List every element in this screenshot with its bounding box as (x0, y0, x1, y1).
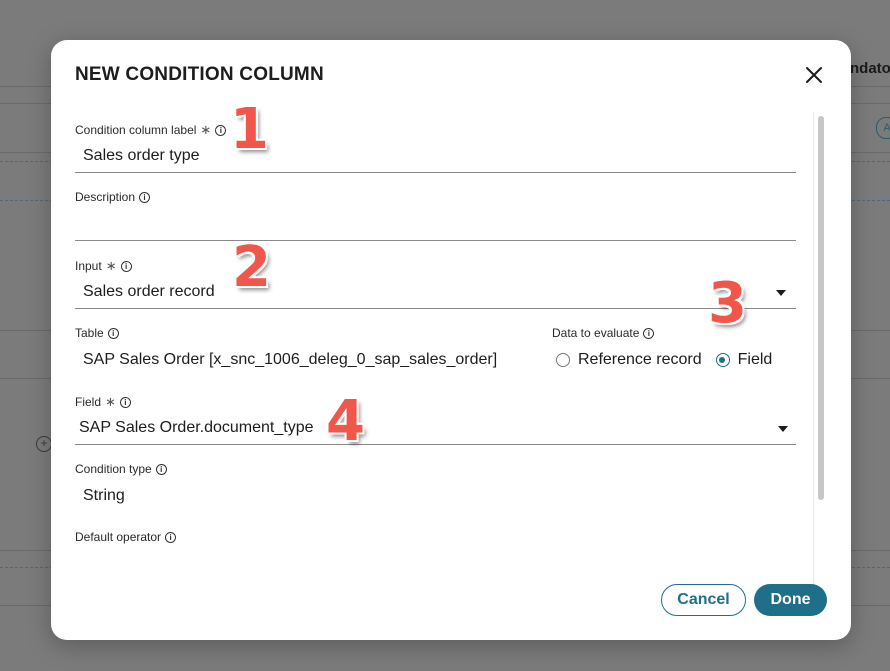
required-icon: ∗ (105, 258, 117, 273)
step-number-4: 4 (326, 389, 365, 454)
input-field: Input ∗ i (75, 258, 132, 274)
background-badge: A (876, 117, 890, 139)
table-label: Table (75, 326, 104, 340)
input-label: Input (75, 259, 102, 273)
info-icon: i (139, 191, 151, 203)
info-icon: i (643, 327, 655, 339)
chevron-down-icon[interactable] (778, 426, 788, 432)
form-scroll-area[interactable]: Condition column label ∗ i Sales order t… (75, 116, 797, 586)
default-operator-label: Default operator (75, 530, 162, 544)
scrollbar[interactable] (813, 112, 828, 586)
data-to-evaluate-label: Data to evaluate (552, 326, 640, 340)
condition-type-value: String (83, 487, 125, 504)
input-select[interactable]: Sales order record (75, 283, 215, 301)
step-number-2: 2 (232, 235, 271, 300)
required-icon: ∗ (105, 394, 116, 409)
cancel-button[interactable]: Cancel (661, 584, 746, 616)
table-field: Table i (75, 326, 119, 340)
plus-circle-icon: + (36, 436, 52, 452)
data-to-evaluate-field: Data to evaluate i (552, 326, 655, 340)
step-number-3: 3 (708, 271, 747, 336)
condition-label-label: Condition column label (75, 123, 197, 137)
done-button[interactable]: Done (754, 584, 827, 616)
scrollbar-thumb[interactable] (818, 116, 824, 500)
close-icon[interactable] (803, 64, 825, 86)
condition-type-label: Condition type (75, 462, 152, 476)
field-select[interactable]: SAP Sales Order.document_type (75, 419, 314, 437)
field-label: Field (75, 395, 102, 409)
info-icon: i (120, 260, 132, 272)
radio-selected-icon[interactable] (715, 353, 730, 367)
data-to-evaluate-radio-group: Reference record Field (556, 351, 772, 369)
description-input[interactable] (75, 215, 793, 235)
radio-label: Field (737, 351, 773, 368)
condition-type-field: Condition type i (75, 462, 167, 476)
radio-reference-record[interactable]: Reference record (556, 351, 702, 369)
default-operator-field: Default operator i (75, 530, 177, 544)
radio-field[interactable]: Field (715, 351, 773, 369)
info-icon: i (215, 124, 227, 136)
condition-label-input[interactable]: Sales order type (75, 147, 200, 165)
info-icon: i (119, 396, 131, 408)
info-icon: i (155, 463, 167, 475)
new-condition-column-dialog: NEW CONDITION COLUMN Condition column la… (51, 40, 851, 640)
radio-unselected-icon[interactable] (556, 353, 570, 367)
radio-label: Reference record (578, 351, 702, 368)
description-label: Description (75, 190, 136, 204)
field-field: Field ∗ i (75, 394, 131, 410)
condition-label-field: Condition column label ∗ i (75, 122, 227, 138)
required-icon: ∗ (200, 122, 212, 137)
info-icon: i (165, 531, 177, 543)
chevron-down-icon[interactable] (776, 290, 786, 296)
step-number-1: 1 (230, 97, 269, 162)
info-icon: i (107, 327, 119, 339)
background-column-header: ndatory (850, 60, 890, 77)
table-value: SAP Sales Order [x_snc_1006_deleg_0_sap_… (83, 351, 498, 368)
description-field: Description i (75, 190, 151, 204)
dialog-title: NEW CONDITION COLUMN (75, 64, 324, 85)
